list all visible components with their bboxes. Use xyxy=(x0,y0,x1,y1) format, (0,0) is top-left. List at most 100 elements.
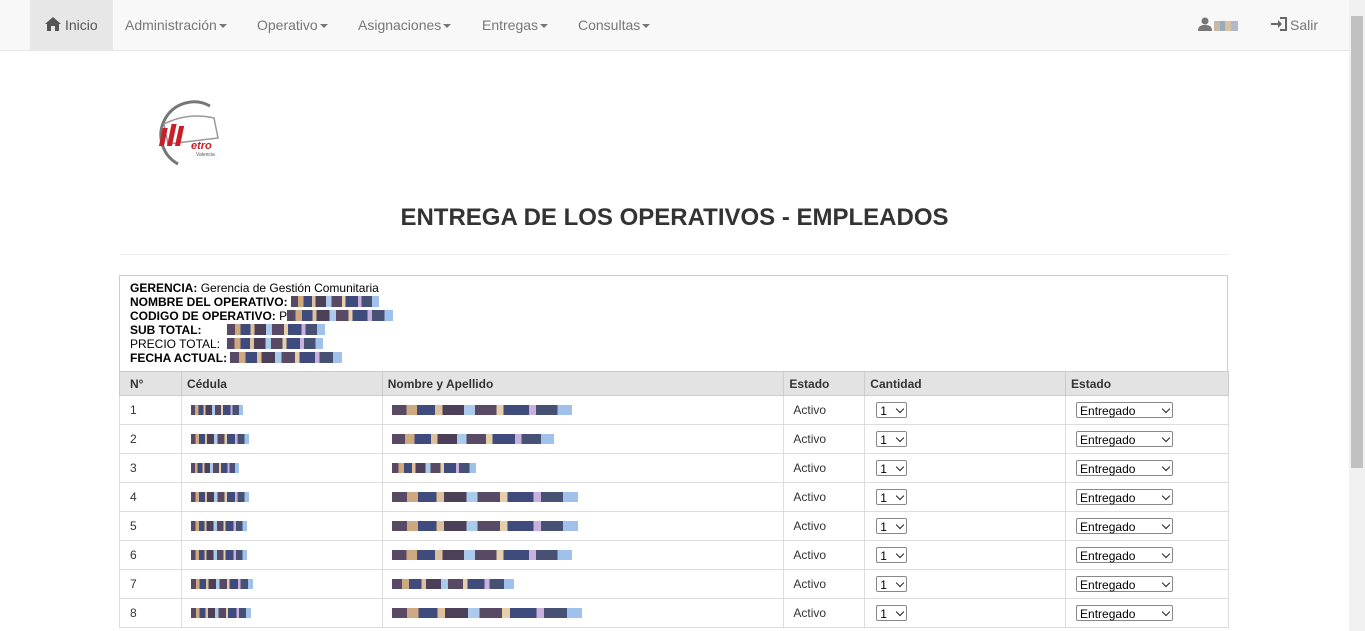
estado-entrega-cell: Entregado xyxy=(1065,540,1229,570)
redacted-cedula xyxy=(190,550,247,560)
estado-entrega-select[interactable]: Entregado xyxy=(1076,576,1174,592)
redacted-cedula xyxy=(190,521,247,531)
chevron-down-icon xyxy=(1161,520,1171,530)
nav-menu-entregas[interactable]: Entregas xyxy=(482,0,549,50)
cedula-cell xyxy=(180,453,383,483)
nav-user-menu[interactable] xyxy=(1198,0,1238,50)
redacted-nombre xyxy=(391,434,554,444)
table-row: 5 Activo 1 Entregado xyxy=(119,511,1229,541)
estado-cell: Activo xyxy=(783,540,866,570)
cantidad-select-value: 1 xyxy=(880,549,887,563)
metro-valencia-logo: etro Valencia xyxy=(158,100,219,166)
estado-entrega-select[interactable]: Entregado xyxy=(1076,431,1174,447)
estado-entrega-cell: Entregado xyxy=(1065,453,1229,483)
cantidad-cell: 1 xyxy=(864,453,1067,483)
cantidad-select[interactable]: 1 xyxy=(876,518,908,534)
row-number: 7 xyxy=(119,569,182,599)
caret-down-icon xyxy=(218,24,227,29)
cantidad-select[interactable]: 1 xyxy=(876,605,908,621)
cedula-cell xyxy=(180,540,383,570)
col-header-estado: Estado xyxy=(783,371,866,396)
estado-entrega-select-value: Entregado xyxy=(1080,520,1136,534)
operativo-info-panel: GERENCIA: Gerencia de Gestión Comunitari… xyxy=(119,275,1228,371)
empleados-table: N° Cédula Nombre y Apellido Estado Canti… xyxy=(119,371,1229,628)
col-header-numero: N° xyxy=(119,371,182,396)
cantidad-cell: 1 xyxy=(864,395,1067,425)
cantidad-select[interactable]: 1 xyxy=(876,402,908,418)
estado-entrega-select-value: Entregado xyxy=(1080,607,1136,621)
estado-entrega-select[interactable]: Entregado xyxy=(1076,402,1174,418)
caret-down-icon xyxy=(540,24,549,29)
cantidad-cell: 1 xyxy=(864,598,1067,628)
nombre-cell xyxy=(381,482,785,512)
estado-entrega-cell: Entregado xyxy=(1065,424,1229,454)
estado-entrega-select-value: Entregado xyxy=(1080,491,1136,505)
nombre-cell xyxy=(381,395,785,425)
gerencia-value: Gerencia de Gestión Comunitaria xyxy=(200,281,379,295)
cantidad-select[interactable]: 1 xyxy=(876,547,908,563)
redacted-cedula xyxy=(190,492,249,502)
cantidad-select[interactable]: 1 xyxy=(876,489,908,505)
codigo-prefix: P xyxy=(279,309,288,323)
estado-entrega-select-value: Entregado xyxy=(1080,578,1136,592)
scrollbar-thumb[interactable] xyxy=(1351,16,1363,468)
chevron-down-icon xyxy=(1161,607,1171,617)
chevron-down-icon xyxy=(1161,549,1171,559)
nav-menu-label: Administración xyxy=(125,17,217,33)
top-navbar: Inicio Administración Operativo Asignaci… xyxy=(0,0,1349,51)
row-number: 8 xyxy=(119,598,182,628)
cedula-cell xyxy=(180,598,383,628)
chevron-down-icon xyxy=(896,607,905,617)
nav-menu-consultas[interactable]: Consultas xyxy=(578,0,651,50)
chevron-down-icon xyxy=(1161,491,1171,501)
redacted-nombre-value xyxy=(290,296,379,307)
info-fecha: FECHA ACTUAL: xyxy=(130,351,1217,365)
chevron-down-icon xyxy=(896,491,905,501)
nav-home[interactable]: Inicio xyxy=(30,0,113,50)
logo-text: etro xyxy=(191,140,212,152)
user-icon xyxy=(1198,17,1212,31)
cedula-cell xyxy=(180,424,383,454)
estado-cell: Activo xyxy=(783,395,866,425)
cantidad-select[interactable]: 1 xyxy=(876,576,908,592)
chevron-down-icon xyxy=(896,433,905,443)
estado-entrega-cell: Entregado xyxy=(1065,569,1229,599)
redacted-precio-value xyxy=(227,338,324,349)
cantidad-select[interactable]: 1 xyxy=(876,431,908,447)
estado-entrega-select[interactable]: Entregado xyxy=(1076,489,1174,505)
estado-entrega-select[interactable]: Entregado xyxy=(1076,605,1174,621)
nav-home-label: Inicio xyxy=(65,17,98,33)
home-icon xyxy=(45,17,61,31)
nav-menu-asignaciones[interactable]: Asignaciones xyxy=(358,0,452,50)
estado-entrega-select[interactable]: Entregado xyxy=(1076,460,1174,476)
nombre-label: NOMBRE DEL OPERATIVO: xyxy=(130,295,288,309)
redacted-cedula xyxy=(190,608,251,618)
chevron-down-icon xyxy=(1161,462,1171,472)
caret-down-icon xyxy=(319,24,328,29)
table-row: 1 Activo 1 Entregado xyxy=(119,395,1229,425)
estado-cell: Activo xyxy=(783,511,866,541)
nav-logout[interactable]: Salir xyxy=(1271,0,1318,50)
nav-menu-label: Entregas xyxy=(482,17,539,33)
chevron-down-icon xyxy=(896,549,905,559)
nav-menu-operativo[interactable]: Operativo xyxy=(257,0,328,50)
row-number: 3 xyxy=(119,453,182,483)
estado-cell: Activo xyxy=(783,424,866,454)
nombre-cell xyxy=(381,540,785,570)
nav-menu-administracion[interactable]: Administración xyxy=(125,0,227,50)
page-title: ENTREGA DE LOS OPERATIVOS - EMPLEADOS xyxy=(400,204,949,231)
gerencia-label: GERENCIA: xyxy=(130,281,198,295)
row-number: 5 xyxy=(119,511,182,541)
col-header-estado-entrega: Estado xyxy=(1065,371,1229,396)
estado-entrega-select[interactable]: Entregado xyxy=(1076,547,1174,563)
nombre-cell xyxy=(381,511,785,541)
estado-entrega-select-value: Entregado xyxy=(1080,462,1136,476)
cantidad-select[interactable]: 1 xyxy=(876,460,908,476)
estado-entrega-cell: Entregado xyxy=(1065,598,1229,628)
cantidad-cell: 1 xyxy=(864,482,1067,512)
estado-entrega-select[interactable]: Entregado xyxy=(1076,518,1174,534)
page-scrollbar[interactable] xyxy=(1349,0,1365,631)
cedula-cell xyxy=(180,395,383,425)
cedula-cell xyxy=(180,511,383,541)
redacted-username xyxy=(1214,21,1238,32)
